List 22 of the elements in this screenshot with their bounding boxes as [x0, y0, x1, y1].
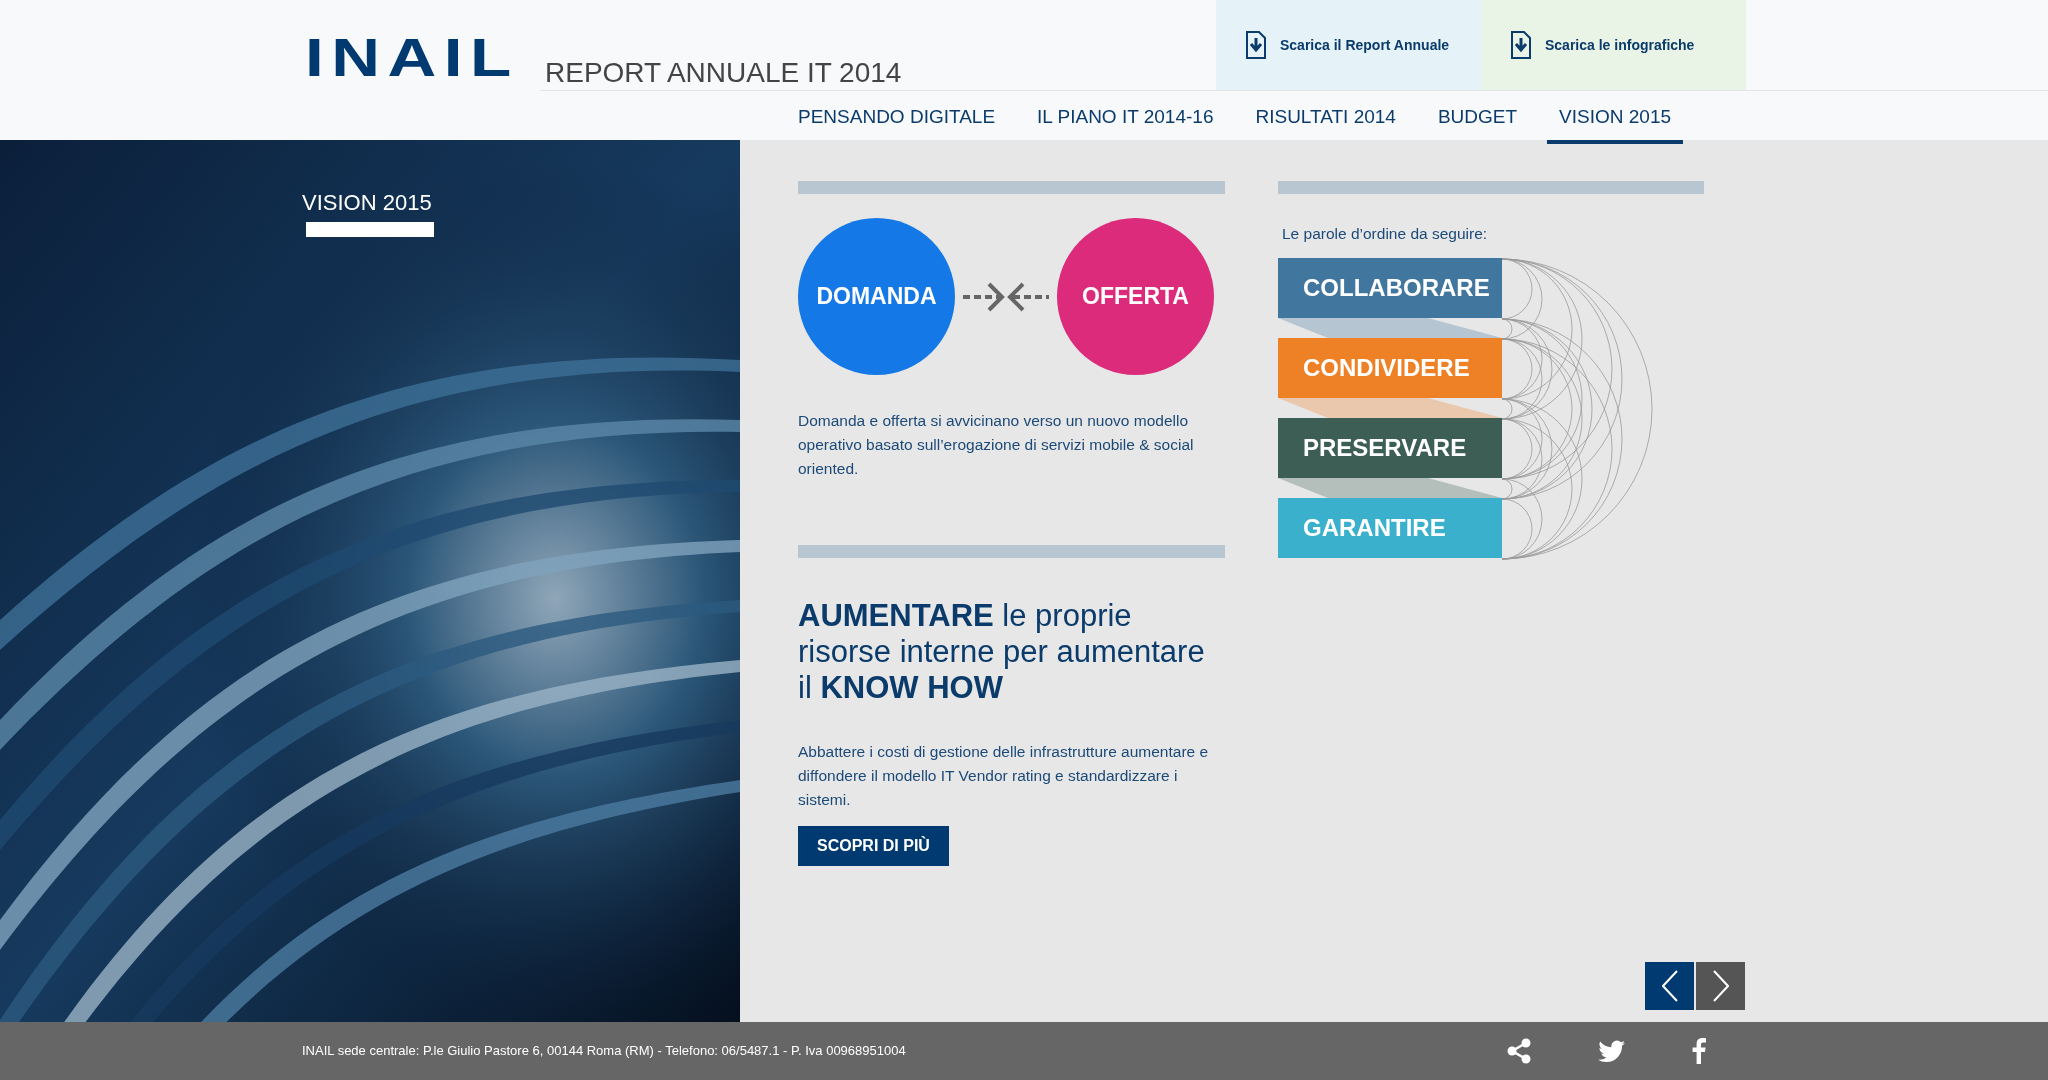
description-text: Abbattere i costi di gestione delle infrastrutture aumentare e diffondere il modello IT Vendor rating e standardizzare i sistemi.: [798, 742, 1210, 810]
nav-tab[interactable]: RISULTATI 2014: [1255, 91, 1396, 144]
download-button[interactable]: Scarica le infografiche: [1481, 0, 1746, 90]
keyword-label: GARANTIRE: [1278, 498, 1502, 558]
download-button[interactable]: Scarica il Report Annuale: [1216, 0, 1481, 90]
keyword-label: COLLABORARE: [1278, 258, 1502, 318]
demand-circle: DOMANDA: [798, 218, 955, 375]
keyword-label: PRESERVARE: [1278, 418, 1502, 478]
report-title: REPORT ANNUALE IT 2014: [545, 56, 902, 90]
nav-tab[interactable]: VISION 2015: [1547, 91, 1684, 144]
section-heading: AUMENTARE le proprie risorse interne per aumentare il KNOW HOW: [798, 598, 1206, 706]
more-button[interactable]: SCOPRI DI PIÙ: [798, 826, 949, 866]
description-text: Domanda e offerta si avvicinano verso un nuovo modello operativo basato sull’erogazione di servizi mobile & social oriented.: [798, 411, 1195, 479]
nav-tab[interactable]: PENSANDO DIGITALE: [798, 91, 996, 144]
keyword-label: CONDIVIDERE: [1278, 338, 1502, 398]
intro-text: Le parole d’ordine da seguire:: [1281, 224, 1489, 244]
offer-circle: OFFERTA: [1057, 218, 1214, 375]
logo: INAIL: [305, 30, 519, 84]
nav-tab[interactable]: BUDGET: [1437, 91, 1518, 144]
footer-address: INAIL sede centrale: P.le Giulio Pastore 6, 00144 Roma (RM) - Telefono: 06/5487.1 - P. Iva 00968951004: [302, 1042, 906, 1061]
section-title: VISION 2015: [302, 189, 432, 217]
nav-tab[interactable]: IL PIANO IT 2014-16: [1037, 91, 1214, 144]
